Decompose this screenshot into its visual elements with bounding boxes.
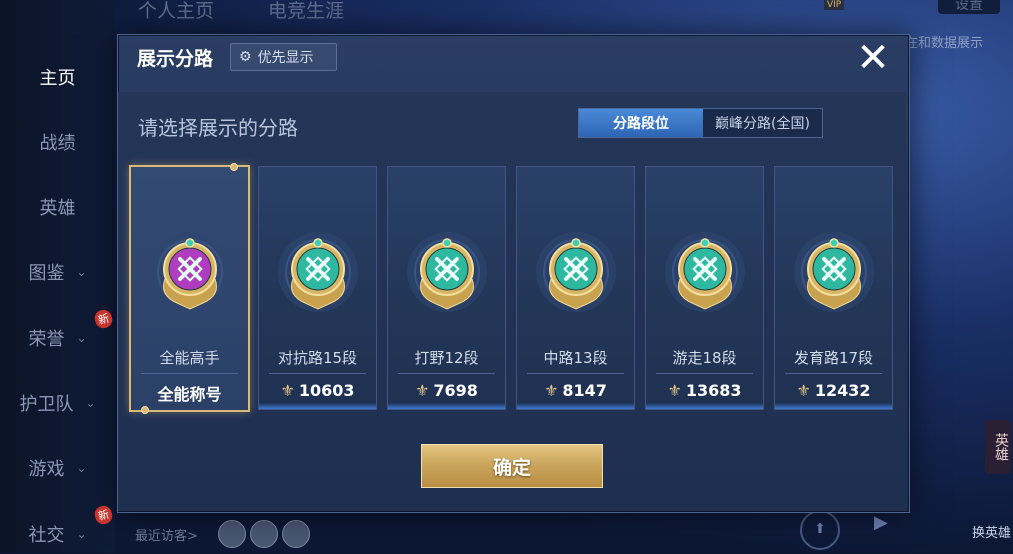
lane-mode-segment: 分路段位 巅峰分路(全国) <box>578 108 823 138</box>
play-icon[interactable]: ▶ <box>874 512 888 533</box>
lane-card[interactable]: 中路13段 ⚜ 8147 <box>516 166 635 410</box>
recent-visitors-link[interactable]: 最近访客> <box>135 525 198 544</box>
lane-score-value: 7698 <box>433 381 478 400</box>
card-bottom-glow <box>646 403 763 409</box>
chevron-down-icon: ⌄ <box>76 331 87 345</box>
confirm-button[interactable]: 确定 <box>421 444 603 488</box>
avatar[interactable] <box>282 520 310 548</box>
rank-points-icon: ⚜ <box>544 381 559 400</box>
selected-corner-dot <box>141 406 149 414</box>
all-round-icon <box>149 232 230 312</box>
divider <box>656 373 753 374</box>
sidebar-item-label: 护卫队 <box>19 394 74 415</box>
tab-personal-home[interactable]: 个人主页 <box>138 0 214 23</box>
sidebar-item-label: 战绩 <box>39 133 76 154</box>
sidebar-item[interactable]: 主页 <box>0 57 115 97</box>
lane-score-value: 全能称号 <box>157 385 222 404</box>
farm-lane-icon <box>793 232 874 312</box>
divider <box>141 373 238 374</box>
lane-score: ⚜ 10603 <box>259 381 376 400</box>
lane-card[interactable]: 游走18段 ⚜ 13683 <box>645 166 764 410</box>
sidebar-item[interactable]: 英雄 <box>0 187 115 227</box>
avatar[interactable] <box>218 520 246 548</box>
clash-lane-icon <box>277 232 358 312</box>
mid-lane-icon <box>535 232 616 312</box>
card-bottom-glow <box>517 403 634 409</box>
close-icon[interactable]: ✕ <box>854 38 892 78</box>
gear-icon: ⚙ <box>239 49 252 65</box>
lane-role-label: 打野12段 <box>414 349 479 367</box>
sidebar-item[interactable]: 图鉴 ⌄ <box>0 252 115 292</box>
jungle-icon <box>406 232 487 312</box>
chevron-down-icon: ⌄ <box>76 461 87 475</box>
divider <box>527 373 624 374</box>
lane-score: ⚜ 13683 <box>646 381 763 400</box>
up-arrow-icon[interactable]: ⬆ <box>800 510 840 550</box>
lane-role-label: 中路13段 <box>543 349 608 367</box>
sidebar-item[interactable]: 游戏 ⌄ <box>0 448 115 488</box>
lane-card[interactable]: 全能高手 全能称号 <box>129 163 250 414</box>
settings-button[interactable]: 设置 <box>938 0 1000 14</box>
lane-role-label: 全能高手 <box>159 349 220 367</box>
chevron-down-icon: ⌄ <box>76 265 87 279</box>
selected-corner-dot <box>230 163 238 171</box>
sidebar-item-label: 游戏 <box>28 459 65 480</box>
rank-points-icon: ⚜ <box>280 381 295 400</box>
sidebar-item-label: 图鉴 <box>28 263 65 284</box>
segment-peak-lane[interactable]: 巅峰分路(全国) <box>703 109 822 137</box>
vip-badge: VIP <box>824 0 845 10</box>
divider <box>785 373 882 374</box>
chevron-down-icon: ⌄ <box>85 396 96 410</box>
divider <box>269 373 366 374</box>
lane-score: ⚜ 8147 <box>517 381 634 400</box>
avatar[interactable] <box>250 520 278 548</box>
lane-score-value: 13683 <box>685 381 742 400</box>
hero-swap-icon[interactable]: 英雄 <box>985 420 1011 474</box>
rank-points-icon: ⚜ <box>667 381 682 400</box>
lane-score: 全能称号 <box>131 381 248 405</box>
card-bottom-glow <box>775 403 892 409</box>
lane-score: ⚜ 12432 <box>775 381 892 400</box>
lane-role-label: 对抗路15段 <box>277 349 358 367</box>
sidebar-item[interactable]: 战绩 <box>0 122 115 162</box>
tab-esports-career[interactable]: 电竞生涯 <box>268 0 344 23</box>
rank-points-icon: ⚜ <box>796 381 811 400</box>
rank-points-icon: ⚜ <box>415 381 430 400</box>
sidebar-item-label: 社交 <box>28 525 65 546</box>
card-bottom-glow <box>259 403 376 409</box>
data-display-label: 在和数据展示 <box>905 36 984 51</box>
roam-icon <box>664 232 745 312</box>
lane-card[interactable]: 打野12段 ⚜ 7698 <box>387 166 506 410</box>
dialog-title: 展示分路 <box>137 48 214 70</box>
segment-lane-rank[interactable]: 分路段位 <box>579 109 703 137</box>
sidebar-item-label: 荣誉 <box>28 329 65 350</box>
lane-role-label: 发育路17段 <box>793 349 874 367</box>
chevron-down-icon: ⌄ <box>76 527 87 541</box>
sidebar-item-label: 主页 <box>39 68 76 89</box>
select-lane-title: 请选择展示的分路 <box>138 116 298 140</box>
divider <box>398 373 495 374</box>
lane-card[interactable]: 发育路17段 ⚜ 12432 <box>774 166 893 410</box>
card-bottom-glow <box>388 403 505 409</box>
lane-score: ⚜ 7698 <box>388 381 505 400</box>
priority-display-label: 优先显示 <box>257 50 314 66</box>
lane-card[interactable]: 对抗路15段 ⚜ 10603 <box>258 166 377 410</box>
lane-score-value: 12432 <box>814 381 871 400</box>
sidebar-item[interactable]: 护卫队 ⌄ <box>0 383 115 423</box>
lane-role-label: 游走18段 <box>672 349 737 367</box>
sidebar-item-label: 英雄 <box>39 198 76 219</box>
swap-hero-button[interactable]: 换英雄 <box>972 522 1011 541</box>
lane-score-value: 8147 <box>562 381 607 400</box>
lane-score-value: 10603 <box>298 381 355 400</box>
priority-display-button[interactable]: ⚙ 优先显示 <box>230 43 337 71</box>
